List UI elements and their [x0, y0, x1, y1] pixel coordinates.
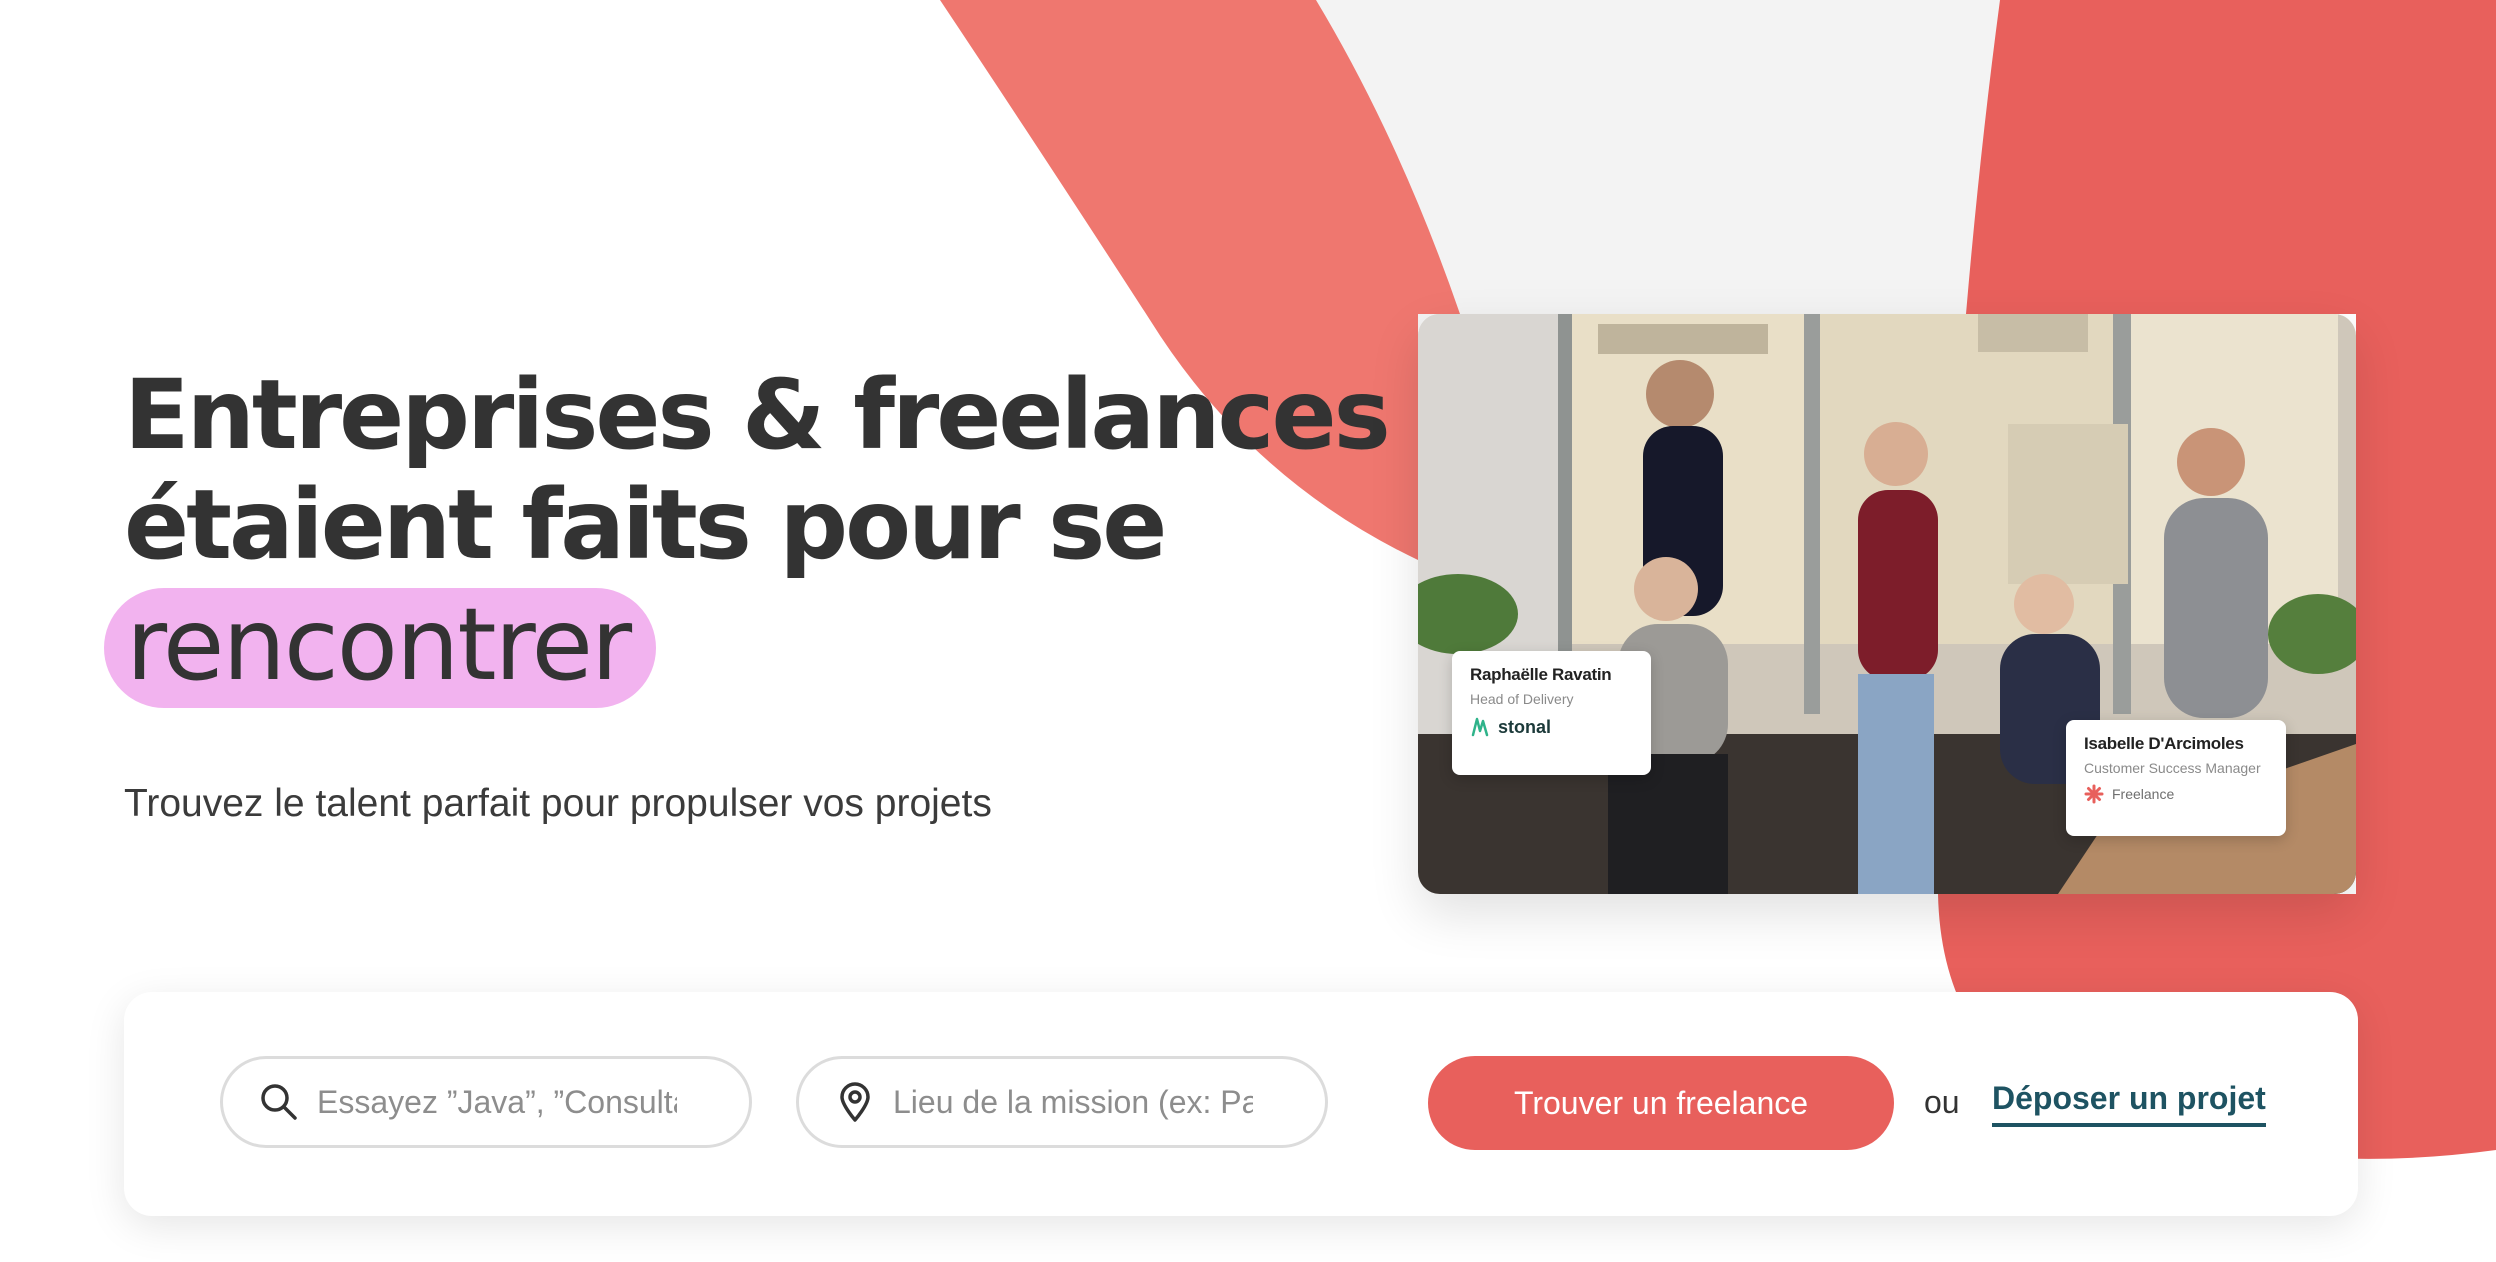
testimonial-card-isabelle: Isabelle D'Arcimoles Customer Success Ma…	[2066, 720, 2286, 836]
location-search-field[interactable]	[796, 1056, 1328, 1148]
or-separator: ou	[1924, 1084, 1960, 1120]
testimonial-name: Isabelle D'Arcimoles	[2084, 734, 2244, 753]
hero-subtitle: Trouvez le talent parfait pour propulser…	[124, 782, 992, 825]
find-freelance-button[interactable]: Trouver un freelance	[1428, 1056, 1894, 1150]
hero-title-line-2: étaient faits pour se	[124, 469, 1167, 581]
keyword-search-field[interactable]	[220, 1056, 752, 1148]
freelance-logo-icon	[2084, 784, 2104, 804]
testimonial-name: Raphaëlle Ravatin	[1470, 665, 1612, 684]
testimonial-company-label: Freelance	[2112, 786, 2175, 802]
testimonial-company: Freelance	[2084, 784, 2268, 804]
search-panel: Trouver un freelance ou Déposer un proje…	[124, 992, 2358, 1216]
search-icon	[261, 1084, 297, 1120]
testimonial-company: stonal	[1470, 715, 1633, 739]
keyword-search-input[interactable]	[315, 1082, 679, 1122]
testimonial-company-label: stonal	[1498, 716, 1552, 737]
hero-title: Entreprises & freelances étaient faits p…	[104, 359, 1391, 708]
testimonial-card-raphaelle: Raphaëlle Ravatin Head of Delivery stona…	[1452, 651, 1651, 775]
testimonial-role: Customer Success Manager	[2084, 760, 2261, 776]
location-search-input[interactable]	[891, 1082, 1255, 1122]
landing-page: Entreprises & freelances étaient faits p…	[0, 0, 2496, 1262]
testimonial-role: Head of Delivery	[1470, 691, 1574, 707]
hero-title-highlight: rencontrer	[104, 588, 657, 708]
post-project-link[interactable]: Déposer un projet	[1992, 1080, 2266, 1127]
location-pin-icon	[840, 1082, 870, 1122]
stonal-logo-icon	[1471, 717, 1489, 737]
hero-title-line-1: Entreprises & freelances	[124, 359, 1391, 471]
